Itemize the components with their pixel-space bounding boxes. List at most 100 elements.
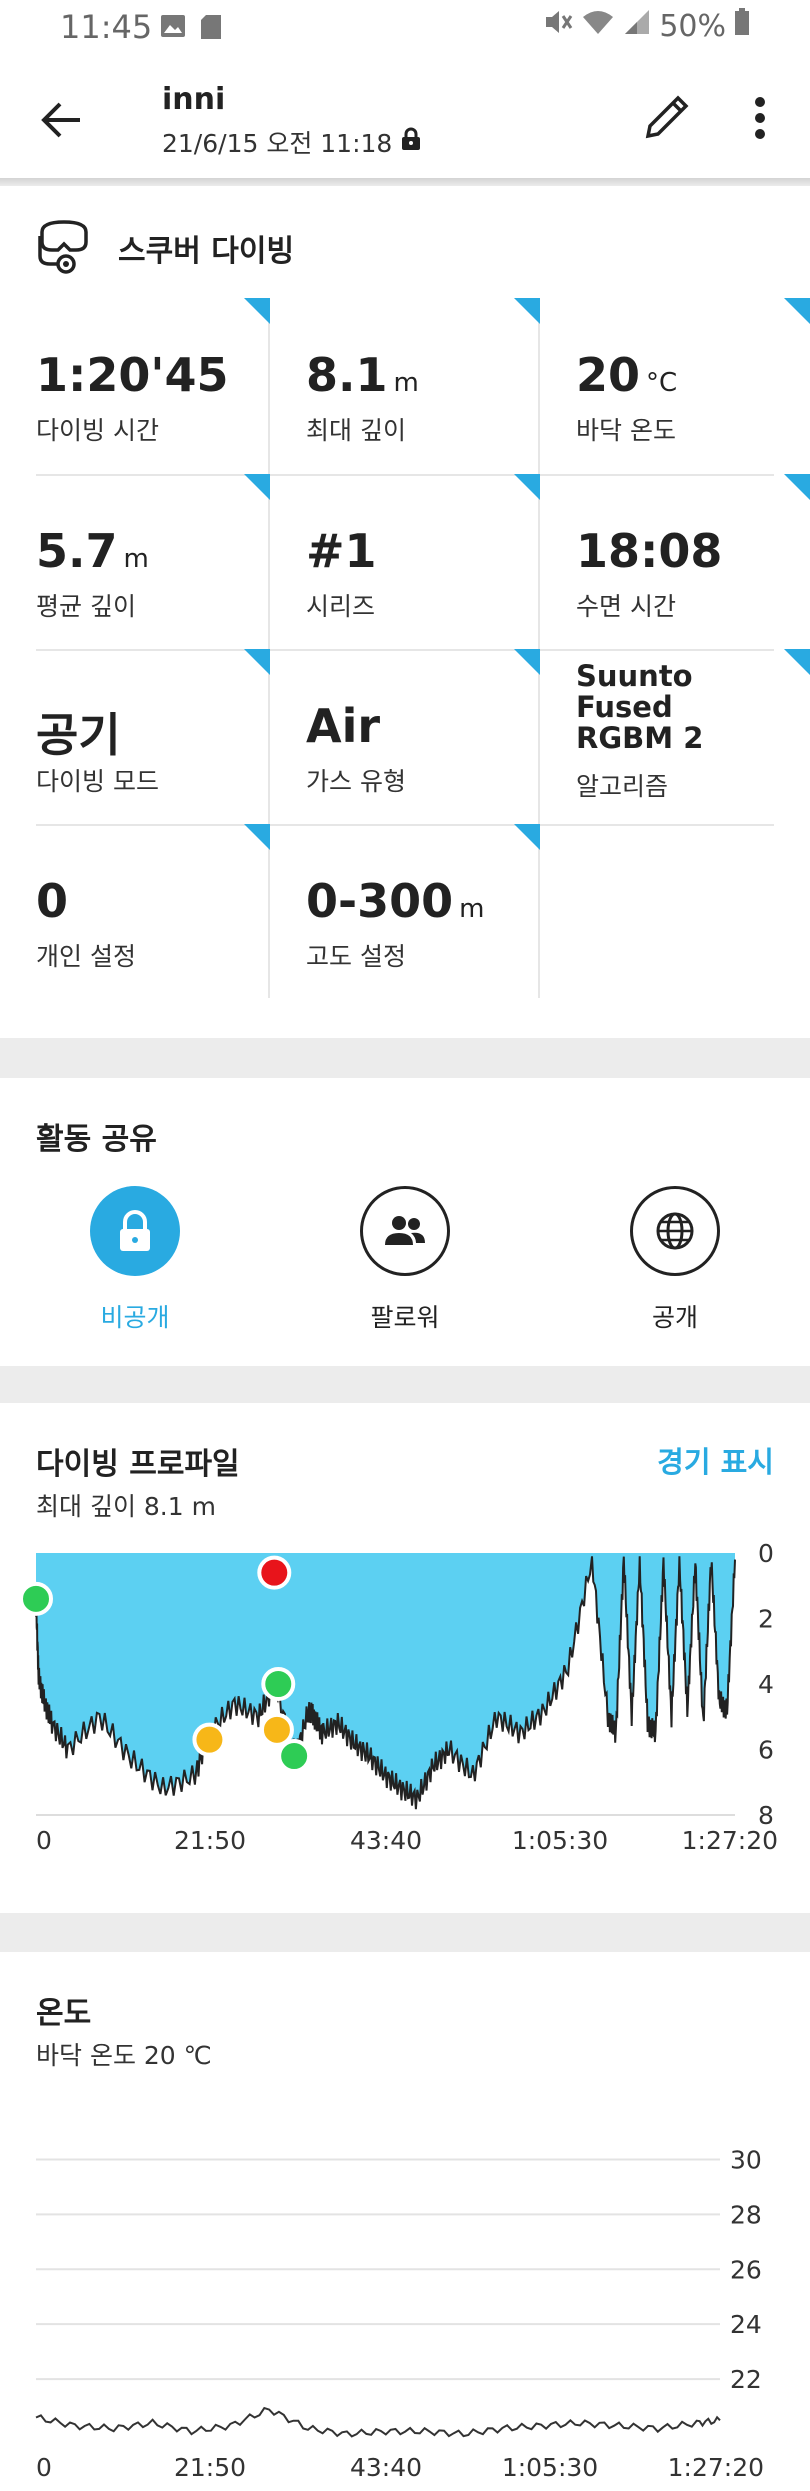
y-tick-label: 4	[758, 1670, 774, 1699]
more-vert-icon[interactable]	[740, 88, 780, 148]
mute-icon	[543, 8, 573, 44]
stat-altitude-setting[interactable]: 0-300 m 고도 설정	[270, 824, 540, 999]
y-tick-label: 6	[758, 1736, 774, 1765]
y-tick-label: 2	[758, 1605, 774, 1634]
stat-value: Suunto Fused RGBM 2	[576, 659, 704, 755]
y-tick-label: 22	[730, 2365, 762, 2394]
share-title: 활동 공유	[36, 1122, 157, 1157]
x-tick-label: 1:27:20	[668, 2453, 764, 2482]
stat-max-depth[interactable]: 8.1 m 최대 깊이	[270, 298, 540, 473]
x-tick-label: 43:40	[350, 1826, 422, 1853]
x-tick-label: 1:05:30	[512, 1826, 608, 1853]
event-marker	[19, 1581, 53, 1616]
x-tick-label: 21:50	[174, 2453, 246, 2482]
stat-value: 0	[36, 874, 69, 928]
stat-value: 0-300 m	[306, 874, 485, 928]
x-tick-label: 0	[36, 2453, 52, 2482]
temperature-title: 온도	[36, 1996, 92, 2031]
stat-label: 다이빙 모드	[36, 767, 159, 796]
share-followers-option[interactable]: 팔로워	[315, 1186, 495, 1334]
page-title: inni	[162, 82, 226, 117]
x-tick-label: 0	[36, 1826, 52, 1853]
stat-value: Air	[306, 699, 381, 753]
profile-title: 다이빙 프로파일	[36, 1447, 240, 1482]
stat-value: 8.1 m	[306, 348, 419, 402]
x-tick-label: 43:40	[350, 2453, 422, 2482]
stat-label: 다이빙 시간	[36, 416, 159, 445]
event-marker	[257, 1555, 292, 1590]
event-marker	[259, 1712, 294, 1747]
activity-header: 스쿠버 다이빙	[36, 216, 294, 280]
share-option-label: 비공개	[100, 1303, 170, 1332]
temperature-subtitle: 바닥 온도 20 ℃	[36, 2041, 212, 2070]
datetime-text: 21/6/15 오전 11:18	[162, 129, 393, 158]
stat-value: 20 °C	[576, 348, 678, 402]
stat-dive-mode[interactable]: 공기 다이빙 모드	[0, 649, 270, 824]
stat-label: 시리즈	[306, 592, 376, 621]
stat-value: 1:20'45	[36, 348, 229, 402]
dive-summary-card: 스쿠버 다이빙 1:20'45 다이빙 시간 8.1 m 최대 깊이 20 °C 바…	[0, 186, 810, 1038]
status-bar: 11:45 50%	[0, 0, 810, 58]
stat-label: 고도 설정	[306, 942, 406, 971]
stat-algorithm[interactable]: Suunto Fused RGBM 2 알고리즘	[540, 649, 810, 824]
stat-value: #1	[306, 524, 377, 578]
stat-series[interactable]: #1 시리즈	[270, 474, 540, 649]
y-tick-label: 30	[730, 2145, 762, 2174]
app-bar: inni 21/6/15 오전 11:18	[0, 58, 810, 178]
dive-profile-chart[interactable]: 024680 21:50 43:40 1:05:30 1:27:20	[0, 1533, 810, 1853]
lock-icon[interactable]	[90, 1186, 180, 1276]
event-marker	[192, 1722, 227, 1757]
y-tick-label: 28	[730, 2200, 762, 2229]
share-option-label: 공개	[651, 1303, 698, 1332]
share-public-option[interactable]: 공개	[585, 1186, 765, 1334]
temperature-chart[interactable]: 30 28 26 24 22 0 21:50 43:40 1:05:30 1:27:20	[0, 2092, 810, 2487]
stat-personal-setting[interactable]: 0 개인 설정	[0, 824, 270, 999]
battery-percent: 50%	[659, 8, 726, 44]
stat-label: 최대 깊이	[306, 416, 406, 445]
stat-value: 18:08	[576, 524, 723, 578]
stat-gas-type[interactable]: Air 가스 유형	[270, 649, 540, 824]
stat-value: 공기	[36, 708, 121, 762]
show-events-button[interactable]: 경기 표시	[657, 1439, 774, 1481]
x-tick-label: 1:05:30	[502, 2453, 598, 2482]
signal-icon	[623, 8, 651, 44]
stat-bottom-temp[interactable]: 20 °C 바닥 온도	[540, 298, 810, 473]
activity-type: 스쿠버 다이빙	[118, 234, 295, 269]
stat-label: 개인 설정	[36, 942, 136, 971]
battery-icon	[734, 8, 750, 44]
back-arrow-icon[interactable]	[38, 96, 86, 144]
y-tick-label: 24	[730, 2310, 762, 2339]
dive-profile-card: 다이빙 프로파일 경기 표시 최대 깊이 8.1 m 0 2 4 6 8 0 21:50 43…	[0, 1403, 810, 1913]
stat-avg-depth[interactable]: 5.7 m 평균 깊이	[0, 474, 270, 649]
stat-surface-time[interactable]: 18:08 수면 시간	[540, 474, 810, 649]
status-time: 11:45	[60, 8, 153, 46]
y-tick-label: 26	[730, 2255, 762, 2284]
event-marker	[277, 1739, 312, 1774]
temperature-card: 온도 바닥 온도 20 ℃ 30 28 26 24 22 0 21:50 43:40 1:05:…	[0, 1952, 810, 2491]
stat-label: 가스 유형	[306, 767, 406, 796]
pencil-icon[interactable]	[638, 88, 696, 146]
sd-card-icon	[200, 14, 222, 44]
stat-dive-time[interactable]: 1:20'45 다이빙 시간	[0, 298, 270, 473]
image-icon	[160, 14, 186, 44]
profile-subtitle: 최대 깊이 8.1 m	[36, 1492, 216, 1521]
y-tick-label: 0	[758, 1539, 774, 1568]
activity-datetime: 21/6/15 오전 11:18	[162, 124, 422, 160]
stat-label: 알고리즘	[576, 772, 669, 801]
stat-label: 평균 깊이	[36, 592, 136, 621]
share-option-label: 팔로워	[370, 1303, 440, 1332]
x-tick-label: 1:27:20	[682, 1826, 778, 1853]
temperature-line	[35, 2406, 721, 2438]
wifi-icon	[581, 8, 615, 44]
scuba-mask-icon	[36, 216, 92, 280]
followers-icon[interactable]	[360, 1186, 450, 1276]
globe-icon[interactable]	[630, 1186, 720, 1276]
x-tick-label: 21:50	[174, 1826, 246, 1853]
lock-icon	[400, 127, 422, 157]
stat-value: 5.7 m	[36, 524, 149, 578]
event-marker	[261, 1667, 296, 1701]
share-card: 활동 공유 비공개 팔로워 공개	[0, 1078, 810, 1366]
stat-label: 수면 시간	[576, 592, 676, 621]
stat-label: 바닥 온도	[576, 416, 676, 445]
share-private-option[interactable]: 비공개	[45, 1186, 225, 1334]
